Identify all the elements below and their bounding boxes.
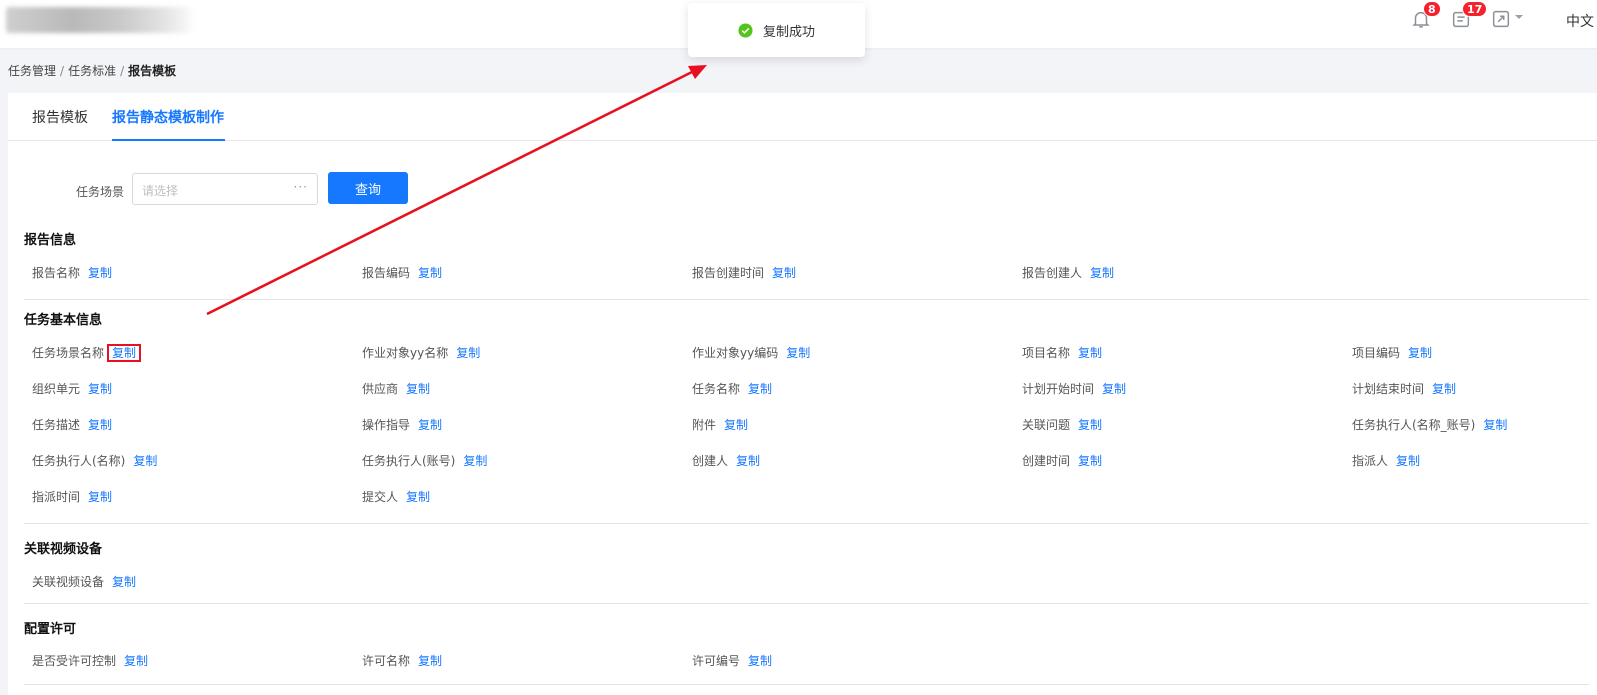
- copy-button[interactable]: 复制: [748, 382, 772, 396]
- language-switch[interactable]: 中文: [1566, 11, 1594, 31]
- more-icon[interactable]: ···: [294, 180, 308, 194]
- divider: [24, 299, 1589, 300]
- copy-button[interactable]: 复制: [88, 266, 112, 280]
- copy-button[interactable]: 复制: [418, 266, 442, 280]
- breadcrumb-item-task-management[interactable]: 任务管理: [8, 64, 56, 78]
- field-report-creator: 报告创建人 复制: [1022, 266, 1115, 280]
- copy-button[interactable]: 复制: [88, 490, 112, 504]
- toast-message: 复制成功: [762, 24, 815, 40]
- copy-button-highlighted[interactable]: 复制: [107, 344, 142, 362]
- field-operation-guide: 操作指导 复制: [362, 418, 443, 432]
- copy-button[interactable]: 复制: [1102, 382, 1126, 396]
- copy-button[interactable]: 复制: [724, 418, 748, 432]
- field-creator: 创建人 复制: [692, 454, 761, 468]
- copy-button[interactable]: 复制: [418, 654, 442, 668]
- field-object-name: 作业对象yy名称 复制: [362, 346, 481, 360]
- query-button[interactable]: 查询: [328, 172, 408, 204]
- copy-button[interactable]: 复制: [786, 346, 810, 360]
- copy-button[interactable]: 复制: [88, 382, 112, 396]
- divider: [24, 603, 1589, 604]
- field-permit-name: 许可名称 复制: [362, 654, 443, 668]
- field-assigner: 指派人 复制: [1352, 454, 1421, 468]
- copy-button[interactable]: 复制: [456, 346, 480, 360]
- copy-button[interactable]: 复制: [124, 654, 148, 668]
- copy-button[interactable]: 复制: [406, 382, 430, 396]
- copy-button[interactable]: 复制: [1078, 418, 1102, 432]
- breadcrumb-item-current: 报告模板: [128, 64, 177, 78]
- copy-button[interactable]: 复制: [1408, 346, 1432, 360]
- field-attachment: 附件 复制: [692, 418, 749, 432]
- field-project-name: 项目名称 复制: [1022, 346, 1103, 360]
- success-toast: 复制成功: [688, 3, 865, 57]
- field-permit-controlled: 是否受许可控制 复制: [32, 654, 149, 668]
- divider: [24, 523, 1589, 524]
- copy-button[interactable]: 复制: [1078, 454, 1102, 468]
- field-video-device: 关联视频设备 复制: [32, 575, 137, 589]
- copy-button[interactable]: 复制: [748, 654, 772, 668]
- divider: [24, 684, 1589, 685]
- field-related-issue: 关联问题 复制: [1022, 418, 1103, 432]
- scene-select[interactable]: 请选择 ···: [132, 173, 318, 205]
- field-executor-name: 任务执行人(名称) 复制: [32, 454, 158, 468]
- copy-button[interactable]: 复制: [133, 454, 157, 468]
- copy-button[interactable]: 复制: [406, 490, 430, 504]
- field-permit-number: 许可编号 复制: [692, 654, 773, 668]
- field-report-created-time: 报告创建时间 复制: [692, 266, 797, 280]
- copy-button[interactable]: 复制: [1432, 382, 1456, 396]
- field-project-code: 项目编码 复制: [1352, 346, 1433, 360]
- tab-report-template[interactable]: 报告模板: [32, 107, 88, 127]
- field-executor-account: 任务执行人(账号) 复制: [362, 454, 488, 468]
- field-plan-end-time: 计划结束时间 复制: [1352, 382, 1457, 396]
- section-title: 关联视频设备: [24, 542, 103, 557]
- send-icon[interactable]: [1490, 8, 1512, 30]
- copy-button[interactable]: 复制: [736, 454, 760, 468]
- field-task-name: 任务名称 复制: [692, 382, 773, 396]
- copy-button[interactable]: 复制: [1078, 346, 1102, 360]
- task-badge: 17: [1462, 1, 1488, 17]
- scene-select-placeholder: 请选择: [142, 184, 179, 198]
- copy-button[interactable]: 复制: [772, 266, 796, 280]
- field-assign-time: 指派时间 复制: [32, 490, 113, 504]
- copy-button[interactable]: 复制: [1483, 418, 1507, 432]
- field-task-description: 任务描述 复制: [32, 418, 113, 432]
- check-circle-icon: [738, 22, 753, 38]
- breadcrumb: 任务管理 / 任务标准 / 报告模板: [8, 64, 177, 78]
- tab-static-template-editor[interactable]: 报告静态模板制作: [112, 107, 224, 127]
- section-title: 报告信息: [24, 233, 77, 248]
- field-supplier: 供应商 复制: [362, 382, 431, 396]
- chevron-down-icon[interactable]: [1514, 11, 1524, 21]
- section-title: 配置许可: [24, 622, 77, 637]
- field-executor-name-account: 任务执行人(名称_账号) 复制: [1352, 418, 1508, 432]
- copy-button[interactable]: 复制: [1396, 454, 1420, 468]
- copy-button[interactable]: 复制: [88, 418, 112, 432]
- breadcrumb-item-task-standard[interactable]: 任务标准: [68, 64, 116, 78]
- field-plan-start-time: 计划开始时间 复制: [1022, 382, 1127, 396]
- field-created-time: 创建时间 复制: [1022, 454, 1103, 468]
- notification-badge: 8: [1423, 1, 1441, 17]
- copy-button[interactable]: 复制: [112, 575, 136, 589]
- bell-icon[interactable]: 8: [1410, 1, 1441, 30]
- field-task-scene-name: 任务场景名称 复制: [32, 344, 142, 362]
- logo: [6, 7, 196, 33]
- copy-button[interactable]: 复制: [463, 454, 487, 468]
- section-title: 任务基本信息: [24, 313, 103, 328]
- scene-label: 任务场景: [76, 185, 125, 199]
- field-object-code: 作业对象yy编码 复制: [692, 346, 811, 360]
- field-report-name: 报告名称 复制: [32, 266, 113, 280]
- tab-bar: 报告模板 报告静态模板制作: [8, 93, 1597, 141]
- active-tab-indicator: [112, 139, 225, 141]
- copy-button[interactable]: 复制: [1090, 266, 1114, 280]
- copy-button[interactable]: 复制: [418, 418, 442, 432]
- field-submitter: 提交人 复制: [362, 490, 431, 504]
- task-list-icon[interactable]: 17: [1450, 1, 1488, 30]
- field-org-unit: 组织单元 复制: [32, 382, 113, 396]
- field-report-code: 报告编码 复制: [362, 266, 443, 280]
